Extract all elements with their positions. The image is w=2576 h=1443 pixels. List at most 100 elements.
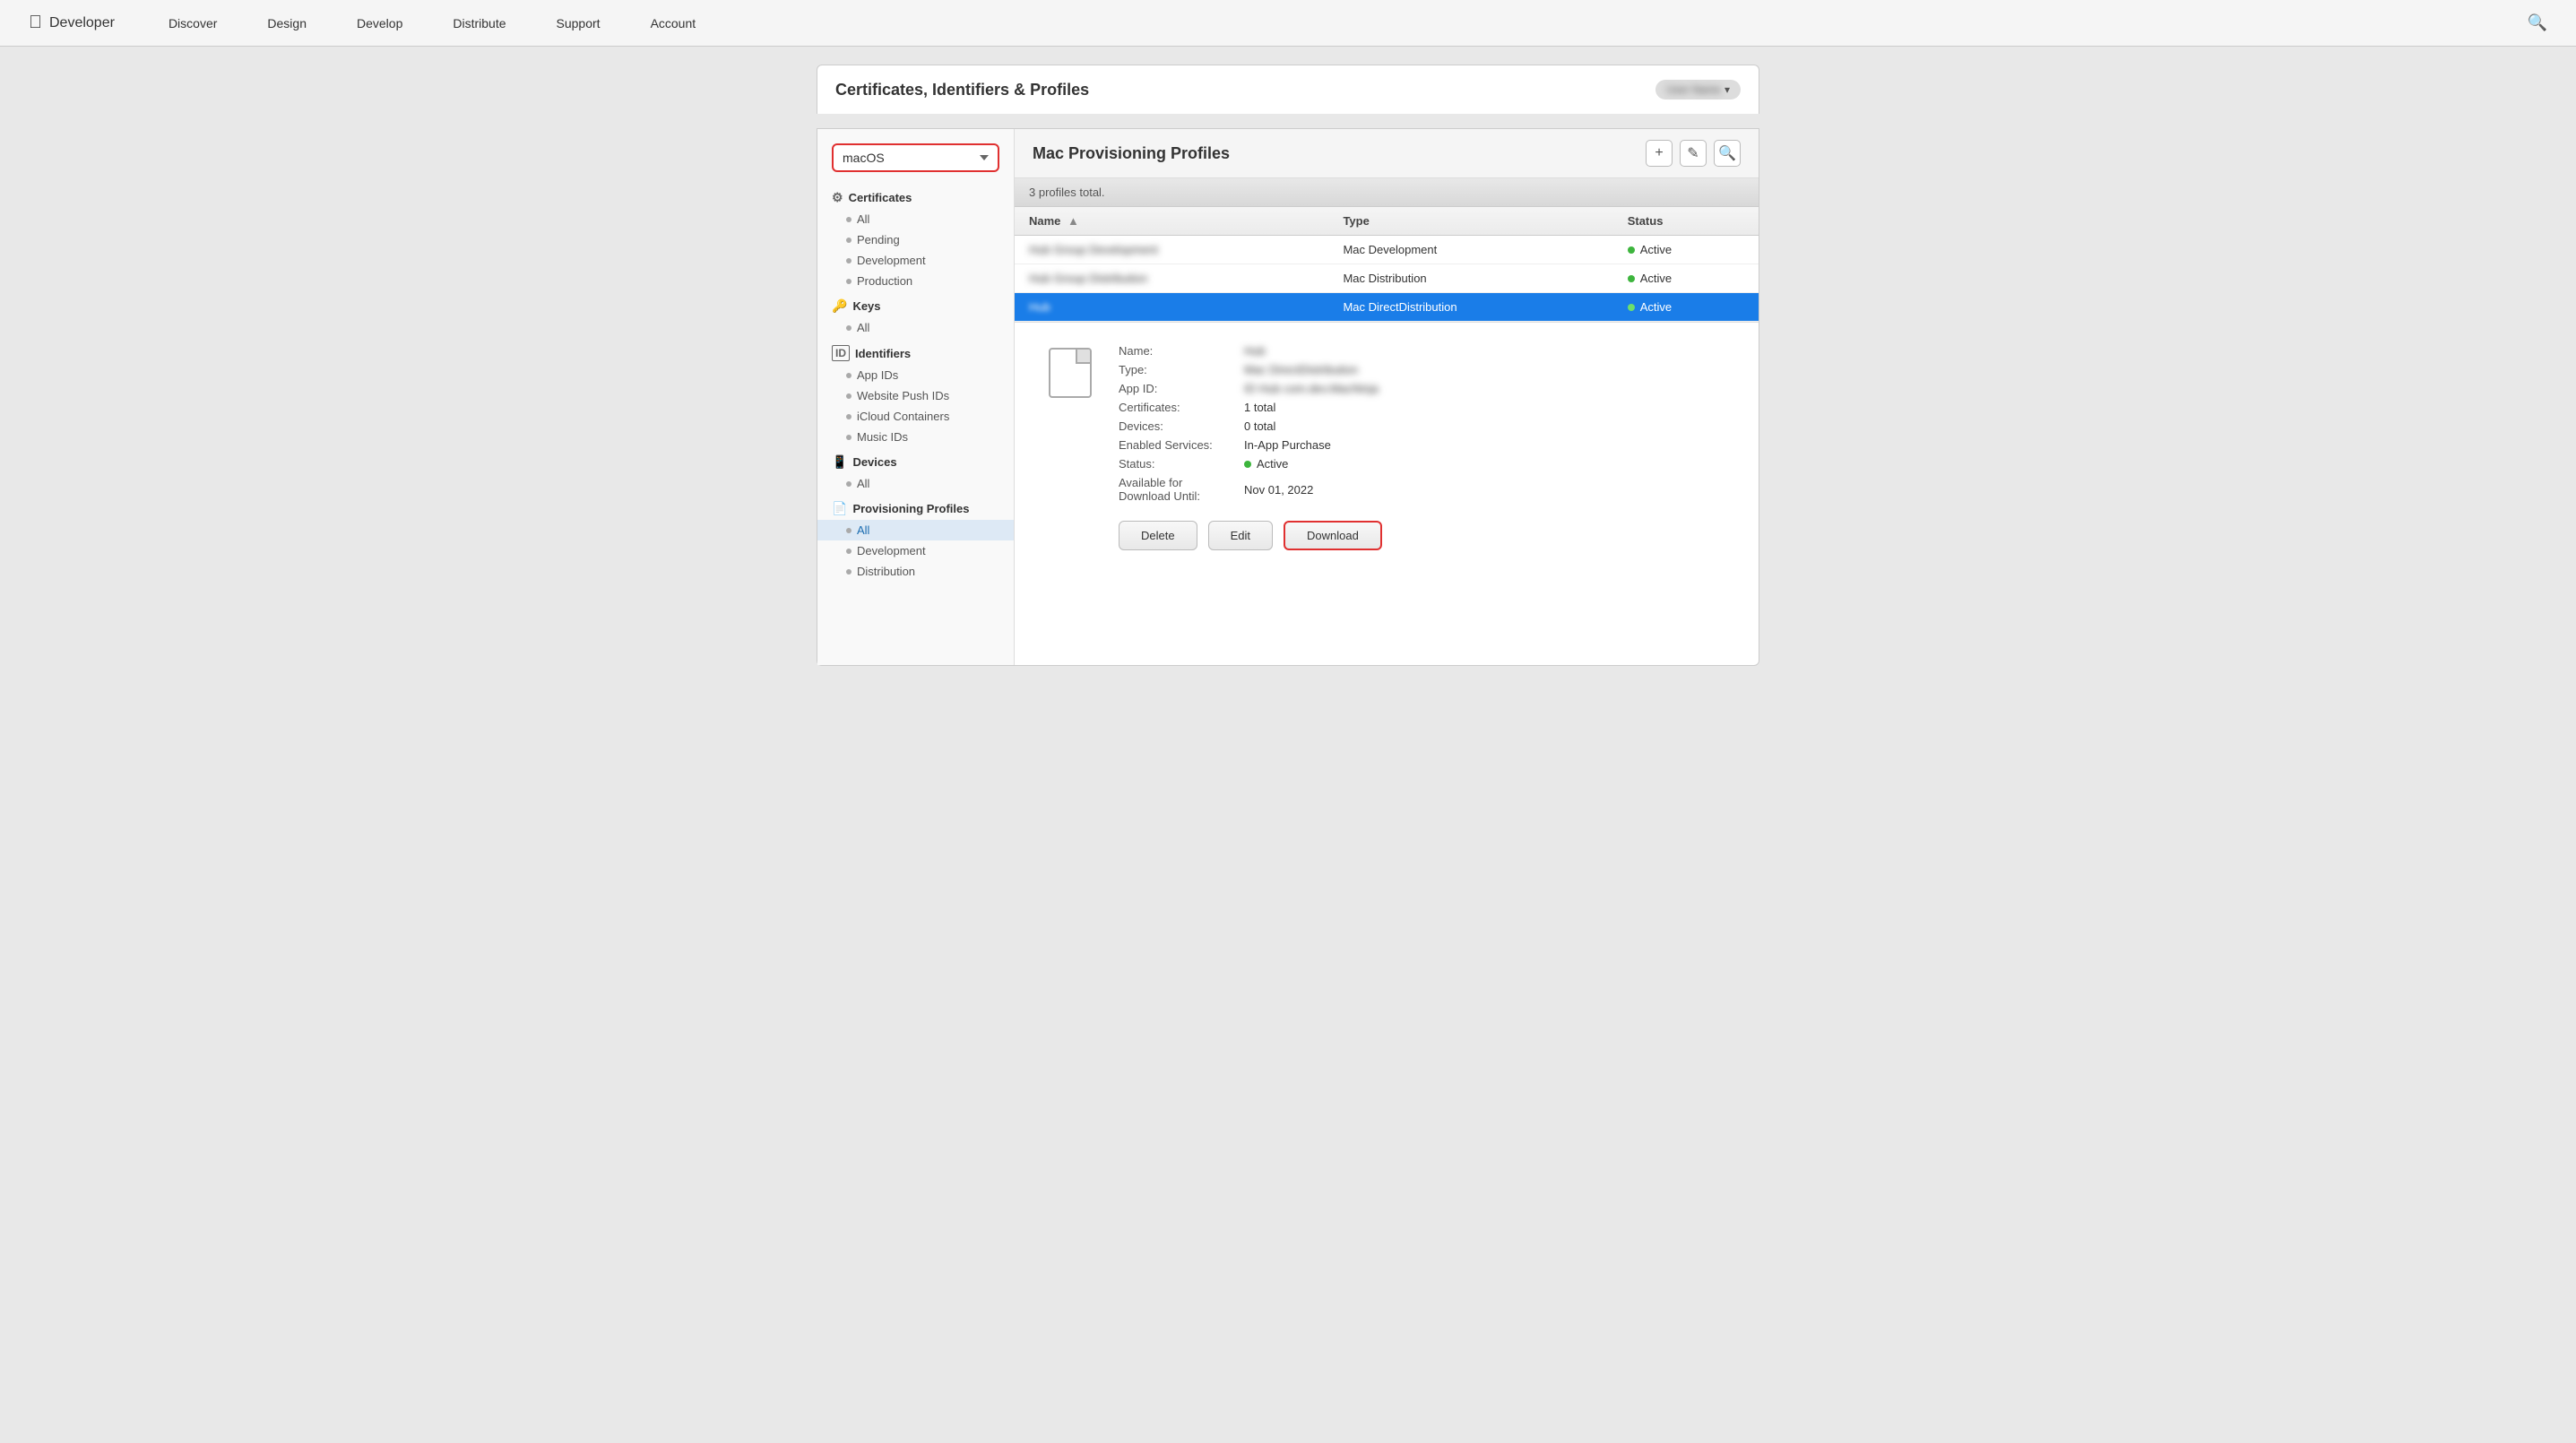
panel-actions: + ✎ 🔍 [1646,140,1741,167]
table-row[interactable]: Hub Group Distribution Mac Distribution … [1015,264,1759,293]
bullet-icon [846,528,851,533]
nav-items: Discover Design Develop Distribute Suppo… [143,0,2528,47]
col-status[interactable]: Status [1613,207,1759,236]
chevron-down-icon: ▾ [1725,83,1730,96]
sidebar-item-provisioning-development[interactable]: Development [817,540,1014,561]
detail-actions: Delete Edit Download [1119,521,1730,550]
row3-status-text: Active [1640,300,1672,314]
search-icon[interactable]: 🔍 [2528,13,2547,32]
edit-profile-button[interactable]: ✎ [1680,140,1707,167]
detail-services-row: Enabled Services: In-App Purchase [1119,438,1730,452]
sidebar-item-provisioning-all[interactable]: All [817,520,1014,540]
cert-all-label: All [857,212,869,226]
page-title: Certificates, Identifiers & Profiles [835,81,1089,99]
sidebar-section-identifiers: ID Identifiers App IDs Website Push IDs … [817,341,1014,447]
devices-label: Devices: [1119,419,1244,433]
pencil-icon: ✎ [1687,144,1699,162]
page-header: Certificates, Identifiers & Profiles Use… [817,65,1759,114]
sidebar-section-devices: 📱 Devices All [817,451,1014,494]
appid-value: ID Hub com.dev.MacNinja [1244,382,1379,395]
nav-discover[interactable]: Discover [143,0,242,47]
certificates-label: Certificates [849,191,912,204]
download-button[interactable]: Download [1284,521,1382,550]
table-row-selected[interactable]: Hub Mac DirectDistribution Active [1015,293,1759,322]
bullet-icon [846,258,851,264]
profiles-table: Name ▲ Type Status Hub Group Development [1015,207,1759,322]
sidebar-item-music-ids[interactable]: Music IDs [817,427,1014,447]
row2-type: Mac Distribution [1328,264,1612,293]
sidebar-item-keys-all[interactable]: All [817,317,1014,338]
delete-button[interactable]: Delete [1119,521,1197,550]
row3-name-text: Hub [1029,300,1050,314]
provisioning-section-title: 📄 Provisioning Profiles [817,497,1014,520]
nav-account[interactable]: Account [626,0,722,47]
identifiers-label: Identifiers [855,347,911,360]
name-value: Hub [1244,344,1266,358]
row1-status-text: Active [1640,243,1672,256]
sidebar-item-app-ids[interactable]: App IDs [817,365,1014,385]
doc-icon: 📄 [832,501,847,516]
apple-logo-icon:  [29,13,42,33]
detail-status-row: Status: Active [1119,457,1730,471]
nav-distribute[interactable]: Distribute [428,0,531,47]
bullet-icon [846,238,851,243]
keys-all-label: All [857,321,869,334]
sidebar-item-devices-all[interactable]: All [817,473,1014,494]
main-panel: Mac Provisioning Profiles + ✎ 🔍 3 profil… [1015,129,1759,665]
sidebar-item-cert-all[interactable]: All [817,209,1014,229]
sidebar: macOS iOS tvOS watchOS ⚙ Certificates Al… [817,129,1015,665]
certs-value: 1 total [1244,401,1275,414]
brand-name: Developer [49,15,115,31]
appid-value-text: ID Hub com.dev.MacNinja [1244,382,1379,395]
search-profiles-button[interactable]: 🔍 [1714,140,1741,167]
name-value-text: Hub [1244,344,1266,358]
file-icon [1049,348,1092,398]
edit-button[interactable]: Edit [1208,521,1273,550]
search-icon: 🔍 [1718,144,1736,162]
sidebar-item-cert-production[interactable]: Production [817,271,1014,291]
col-type[interactable]: Type [1328,207,1612,236]
panel-header: Mac Provisioning Profiles + ✎ 🔍 [1015,129,1759,178]
bullet-icon [846,217,851,222]
provisioning-all-label: All [857,523,869,537]
sidebar-item-cert-pending[interactable]: Pending [817,229,1014,250]
panel-title: Mac Provisioning Profiles [1033,144,1230,163]
sidebar-item-website-push-ids[interactable]: Website Push IDs [817,385,1014,406]
devices-section-title: 📱 Devices [817,451,1014,473]
gear-icon: ⚙ [832,190,843,205]
status-value-text: Active [1257,457,1288,471]
id-icon: ID [832,345,850,361]
nav-support[interactable]: Support [532,0,626,47]
devices-all-label: All [857,477,869,490]
platform-select[interactable]: macOS iOS tvOS watchOS [832,143,999,172]
logo-area:  Developer [29,13,115,33]
row2-name: Hub Group Distribution [1015,264,1328,293]
nav-develop[interactable]: Develop [332,0,428,47]
sidebar-item-provisioning-distribution[interactable]: Distribution [817,561,1014,582]
available-value: Nov 01, 2022 [1244,476,1313,503]
row1-name: Hub Group Development [1015,236,1328,264]
add-profile-button[interactable]: + [1646,140,1673,167]
services-value: In-App Purchase [1244,438,1331,452]
row2-status: Active [1613,264,1759,293]
table-row[interactable]: Hub Group Development Mac Development Ac… [1015,236,1759,264]
services-label: Enabled Services: [1119,438,1244,452]
row3-type: Mac DirectDistribution [1328,293,1612,322]
user-pill[interactable]: User Name ▾ [1655,80,1741,99]
device-icon: 📱 [832,454,847,470]
cert-production-label: Production [857,274,912,288]
sidebar-section-certificates: ⚙ Certificates All Pending Development [817,186,1014,291]
icloud-containers-label: iCloud Containers [857,410,949,423]
nav-design[interactable]: Design [242,0,332,47]
sidebar-item-cert-development[interactable]: Development [817,250,1014,271]
sidebar-section-keys: 🔑 Keys All [817,295,1014,338]
website-push-ids-label: Website Push IDs [857,389,949,402]
bullet-icon [846,481,851,487]
name-label: Name: [1119,344,1244,358]
status-active-dot [1628,275,1635,282]
col-name[interactable]: Name ▲ [1015,207,1328,236]
cert-pending-label: Pending [857,233,900,246]
status-value: Active [1244,457,1288,471]
sidebar-item-icloud-containers[interactable]: iCloud Containers [817,406,1014,427]
page-wrapper: Certificates, Identifiers & Profiles Use… [795,47,1781,684]
